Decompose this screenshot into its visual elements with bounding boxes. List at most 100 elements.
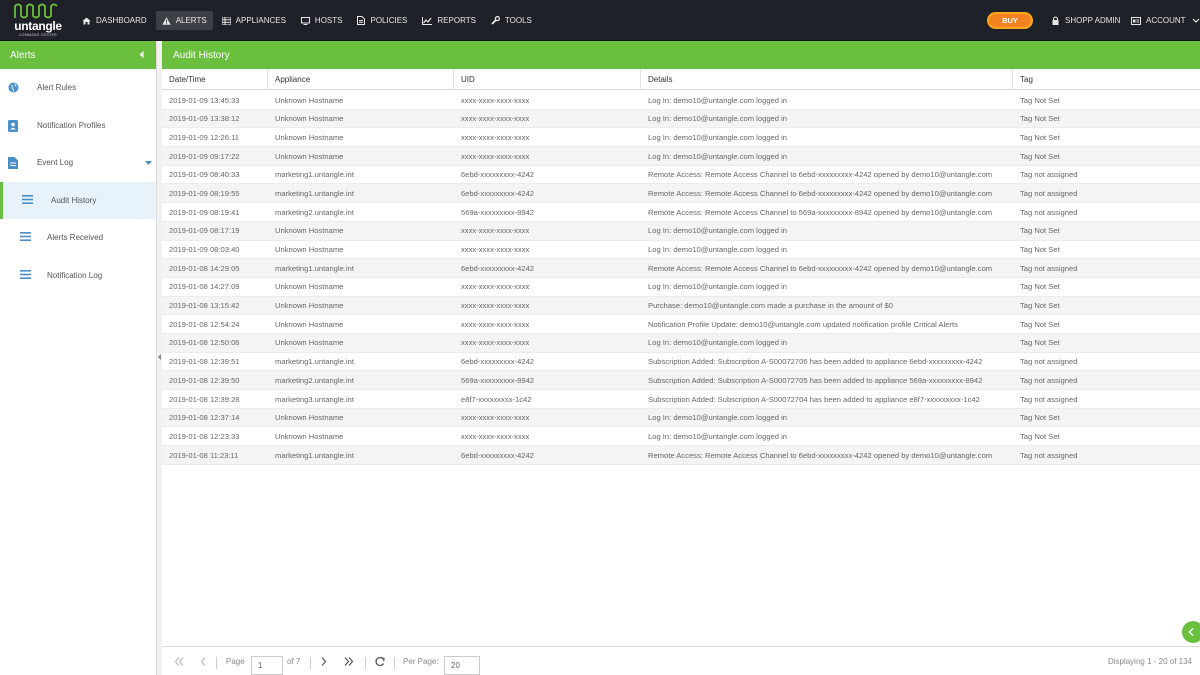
cell-datetime: 2019-01-09 08:17:19	[169, 226, 240, 236]
sidebar-item-alert-rules[interactable]: Alert Rules	[0, 69, 156, 107]
nav-hosts[interactable]: HOSTS	[295, 11, 349, 30]
displaying-count: Displaying 1 - 20 of 134	[1107, 657, 1192, 666]
nav-alerts[interactable]: ALERTS	[155, 11, 213, 30]
nav-tools[interactable]: TOOLS	[485, 11, 538, 30]
table-row[interactable]: 2019-01-09 12:26:11 Unknown Hostname xxxx-…	[162, 128, 1200, 148]
nav-dashboard[interactable]: DASHBOARD	[76, 11, 153, 30]
column-header-appliance[interactable]: Appliance	[268, 69, 454, 90]
grid-icon	[221, 16, 231, 25]
cell-tag: Tag Not Set	[1020, 431, 1060, 441]
cell-appliance: marketing3.untangle.int	[275, 394, 354, 404]
sidebar-item-label: Event Log	[37, 158, 74, 168]
nav-policies-label: POLICIES	[370, 16, 408, 25]
table-row[interactable]: 2019-01-08 12:23:33 Unknown Hostname xxxx-…	[162, 427, 1200, 447]
chart-icon	[422, 16, 433, 25]
cell-appliance: marketing2.untangle.int	[275, 375, 354, 385]
table-row[interactable]: 2019-01-09 08:19:55 marketing1.untangle.i…	[162, 184, 1200, 204]
cell-tag: Tag not assigned	[1020, 357, 1078, 367]
cell-uid: xxxx-xxxx-xxxx-xxxx	[461, 245, 530, 254]
account-menu[interactable]: ACCOUNT	[1131, 11, 1200, 30]
cell-tag: Tag not assigned	[1020, 207, 1078, 217]
sidebar-title: Alerts	[10, 49, 36, 61]
cell-uid: xxxx-xxxx-xxxx-xxxx	[461, 301, 530, 311]
sidebar-item-notification-log[interactable]: Notification Log	[0, 257, 156, 295]
table-row[interactable]: 2019-01-08 11:23:11 marketing1.untangle.i…	[162, 446, 1200, 465]
cell-details: Notification Profile Update: demo10@unta…	[648, 319, 958, 329]
cell-appliance: marketing1.untangle.int	[275, 188, 354, 198]
cell-appliance: marketing1.untangle.int	[275, 357, 354, 367]
sidebar-item-label: Audit History	[51, 195, 97, 205]
table-row[interactable]: 2019-01-09 13:45:33 Unknown Hostname xxxx-…	[162, 91, 1200, 110]
column-header-datetime[interactable]: Date/Time	[162, 69, 268, 90]
cell-details: Log In: demo10@untangle.com logged in	[648, 95, 788, 105]
column-header-details[interactable]: Details	[641, 69, 1013, 90]
chevron-left-icon	[1188, 628, 1194, 636]
caret-down-icon[interactable]	[145, 161, 152, 165]
collapse-left-icon[interactable]	[139, 51, 144, 58]
per-page-input[interactable]: 20	[444, 656, 480, 675]
cell-details: Remote Access: Remote Access Channel to …	[648, 263, 993, 273]
expand-side-panel-button[interactable]	[1182, 621, 1200, 643]
per-page-label: Per Page:	[403, 657, 439, 666]
table-row[interactable]: 2019-01-09 13:38:12 Unknown Hostname xxxx-…	[162, 109, 1200, 129]
cell-details: Log In: demo10@untangle.com logged in	[648, 132, 788, 142]
table-row[interactable]: 2019-01-08 12:37:14 Unknown Hostname xxxx-…	[162, 408, 1200, 428]
list-icon	[22, 194, 33, 204]
first-page-icon[interactable]	[174, 647, 184, 675]
table-row[interactable]: 2019-01-09 08:17:19 Unknown Hostname xxxx-…	[162, 221, 1200, 241]
cell-details: Subscription Added: Subscription A-S0007…	[648, 375, 983, 385]
cell-uid: xxxx-xxxx-xxxx-xxxx	[461, 413, 530, 423]
cell-tag: Tag not assigned	[1020, 263, 1078, 273]
table-row[interactable]: 2019-01-09 08:19:41 marketing2.untangle.i…	[162, 203, 1200, 222]
page-number-input[interactable]: 1	[251, 656, 283, 675]
table-row[interactable]: 2019-01-08 12:39:51 marketing1.untangle.i…	[162, 353, 1200, 372]
cell-appliance: marketing1.untangle.int	[275, 170, 354, 180]
cell-tag: Tag Not Set	[1020, 114, 1060, 124]
cell-uid: 569a-xxxxxxxxx-8942	[461, 207, 535, 217]
untangle-logo-mark-icon	[14, 3, 58, 19]
table-row[interactable]: 2019-01-08 13:15:42 Unknown Hostname xxxx-…	[162, 296, 1200, 316]
buy-button[interactable]: BUY	[987, 12, 1033, 29]
nav-reports[interactable]: REPORTS	[416, 11, 482, 30]
column-header-uid[interactable]: UID	[454, 69, 641, 90]
cell-appliance: Unknown Hostname	[275, 338, 344, 348]
table-row[interactable]: 2019-01-09 08:40:33 marketing1.untangle.i…	[162, 166, 1200, 185]
pager-separator	[310, 657, 311, 669]
nav-policies[interactable]: POLICIES	[351, 11, 413, 30]
audit-history-panel: Audit History Date/Time Appliance UID De…	[162, 41, 1200, 675]
cell-uid: e8f7-xxxxxxxxx-1c42	[461, 394, 532, 404]
untangle-logo[interactable]: untangle COMMAND CENTER	[12, 3, 64, 39]
table-row[interactable]: 2019-01-09 09:17:22 Unknown Hostname xxxx-…	[162, 147, 1200, 166]
table-row[interactable]: 2019-01-08 14:27:09 Unknown Hostname xxxx-…	[162, 278, 1200, 297]
cell-appliance: Unknown Hostname	[275, 282, 344, 292]
cell-datetime: 2019-01-08 12:39:51	[169, 357, 240, 367]
cell-appliance: Unknown Hostname	[275, 245, 344, 254]
table-body: 2019-01-09 13:45:33 Unknown Hostname xxxx-…	[162, 91, 1200, 465]
pager-separator	[216, 657, 217, 669]
cell-appliance: Unknown Hostname	[275, 413, 344, 423]
cell-uid: xxxx-xxxx-xxxx-xxxx	[461, 226, 530, 236]
list-icon	[20, 232, 31, 241]
table-row[interactable]: 2019-01-09 08:03:40 Unknown Hostname xxxx-…	[162, 241, 1200, 260]
sidebar-item-audit-history[interactable]: Audit History	[0, 181, 156, 219]
table-row[interactable]: 2019-01-08 12:39:50 marketing2.untangle.i…	[162, 371, 1200, 390]
nav-appliances[interactable]: APPLIANCES	[216, 11, 292, 30]
user-menu[interactable]: SHOPP ADMIN	[1052, 11, 1120, 30]
sidebar-item-notification-profiles[interactable]: Notification Profiles	[0, 107, 156, 145]
cell-datetime: 2019-01-09 08:03:40	[169, 245, 240, 254]
previous-page-icon[interactable]	[199, 647, 207, 675]
table-row[interactable]: 2019-01-08 12:50:06 Unknown Hostname xxxx-…	[162, 333, 1200, 353]
cell-appliance: Unknown Hostname	[275, 151, 344, 161]
refresh-icon[interactable]	[375, 647, 385, 675]
table-row[interactable]: 2019-01-08 14:29:05 marketing1.untangle.i…	[162, 259, 1200, 278]
table-row[interactable]: 2019-01-08 12:54:24 Unknown Hostname xxxx-…	[162, 315, 1200, 334]
last-page-icon[interactable]	[344, 647, 354, 675]
column-header-tag[interactable]: Tag	[1013, 69, 1200, 90]
monitor-icon	[300, 16, 310, 25]
next-page-icon[interactable]	[320, 647, 328, 675]
cell-datetime: 2019-01-08 14:27:09	[169, 282, 240, 292]
sidebar-item-event-log[interactable]: Event Log	[0, 144, 156, 182]
table-row[interactable]: 2019-01-08 12:39:28 marketing3.untangle.i…	[162, 390, 1200, 409]
cell-uid: xxxx-xxxx-xxxx-xxxx	[461, 338, 530, 348]
sidebar-item-alerts-received[interactable]: Alerts Received	[0, 219, 156, 257]
